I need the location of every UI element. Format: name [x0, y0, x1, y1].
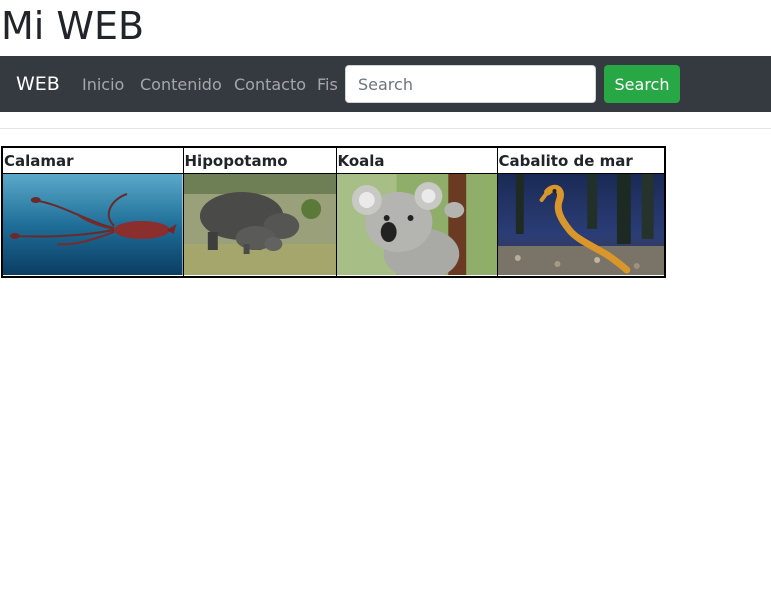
- nav-link-contacto[interactable]: Contacto: [234, 74, 306, 96]
- seahorse-photo: [497, 174, 664, 275]
- table-cell-squid: [1, 173, 184, 278]
- table-header-hipopotamo: Hipopotamo: [182, 146, 337, 174]
- animal-table: Calamar Hipopotamo Koala Cabalito de mar: [1, 146, 666, 278]
- navbar: WEB Inicio Contenido Contacto Fis Search: [0, 56, 771, 112]
- table-header-cabalito: Cabalito de mar: [496, 146, 666, 174]
- table-row: [1, 173, 666, 278]
- table-cell-hippo: [182, 173, 337, 278]
- search-button[interactable]: Search: [604, 65, 680, 103]
- hippo-photo: [183, 174, 336, 275]
- navbar-brand[interactable]: WEB: [16, 71, 60, 97]
- table-cell-koala: [335, 173, 498, 278]
- table-header-koala: Koala: [335, 146, 498, 174]
- squid-photo: [3, 174, 183, 275]
- koala-photo: [336, 174, 497, 275]
- nav-link-fis[interactable]: Fis: [317, 74, 338, 96]
- nav-link-contenido[interactable]: Contenido: [140, 74, 222, 96]
- table-header-row: Calamar Hipopotamo Koala Cabalito de mar: [1, 146, 666, 174]
- divider: [0, 128, 771, 129]
- table-header-calamar: Calamar: [1, 146, 184, 174]
- search-input[interactable]: [345, 65, 596, 103]
- page-title: Mi WEB: [1, 4, 145, 48]
- nav-link-inicio[interactable]: Inicio: [82, 74, 124, 96]
- table-cell-seahorse: [496, 173, 666, 278]
